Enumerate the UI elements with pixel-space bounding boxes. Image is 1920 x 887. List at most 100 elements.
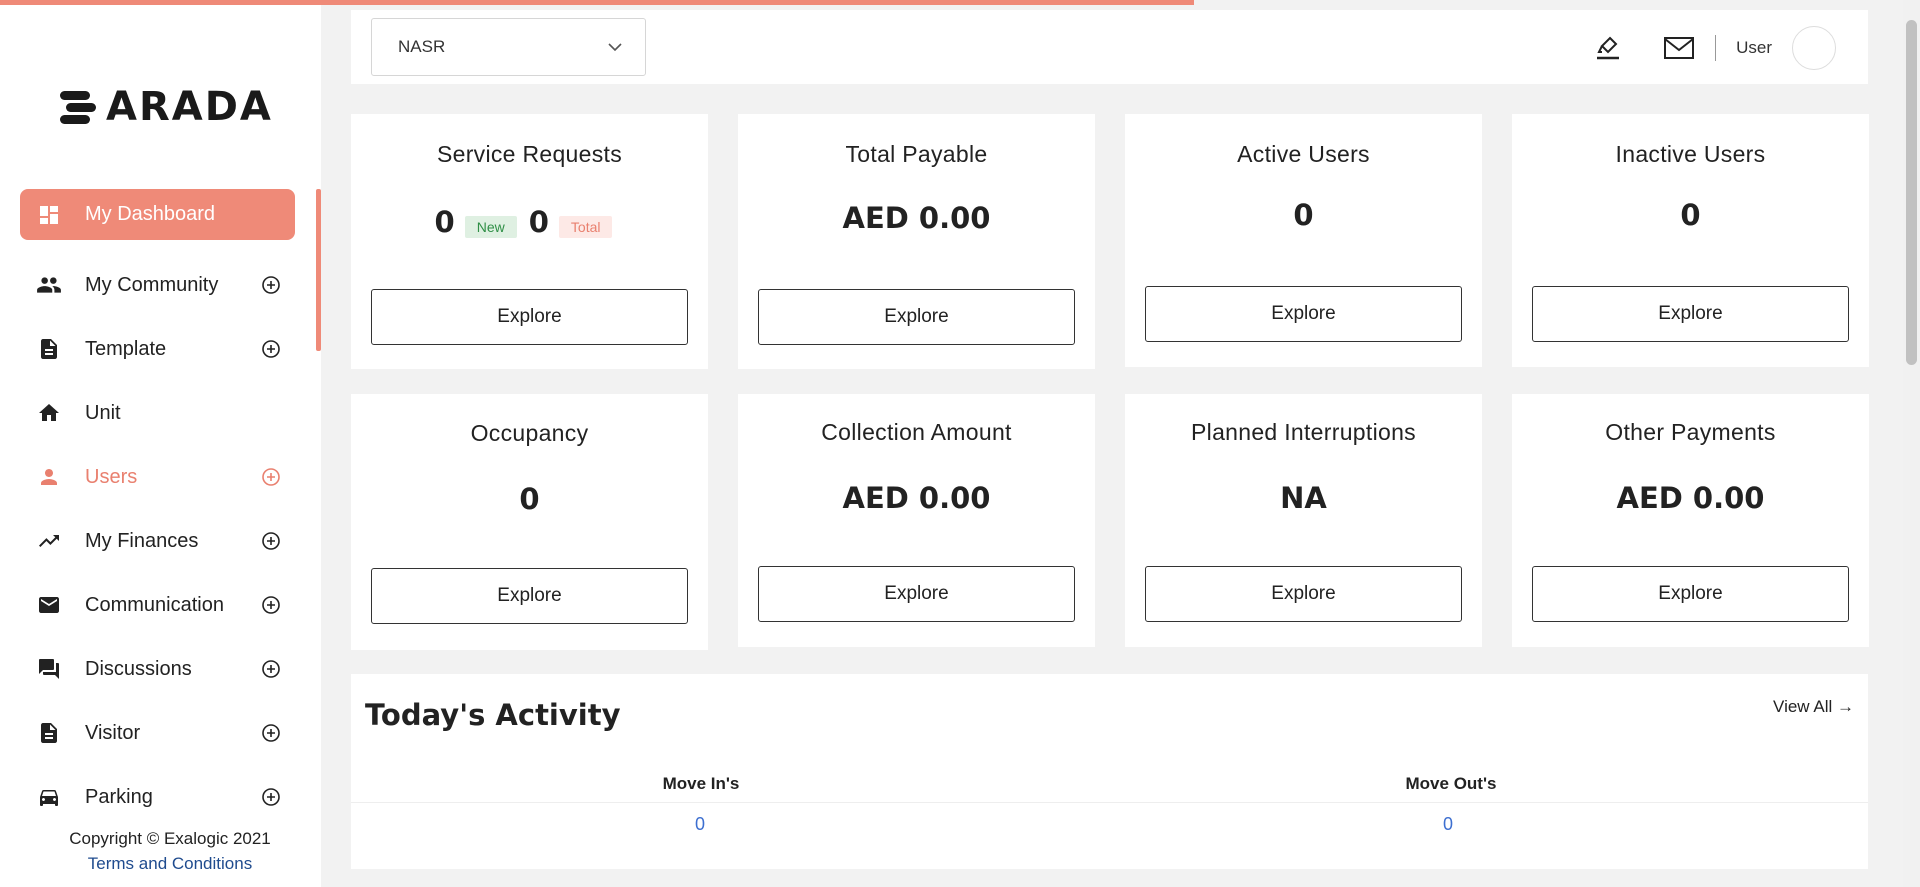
mail-icon [36,592,62,618]
expand-plus-icon[interactable] [261,659,281,679]
person-icon [36,464,62,490]
sidebar-item-label: Unit [85,401,121,424]
card-value: NA [1280,481,1327,515]
sidebar-item-visitor[interactable]: Visitor [20,701,295,765]
chevron-down-icon [608,43,622,52]
explore-button[interactable]: Explore [371,568,688,624]
card-other-payments: Other Payments AED 0.00 Explore [1512,394,1869,647]
section-title: Today's Activity [365,698,621,732]
arada-logo-mark-icon [60,90,96,124]
document-icon [36,336,62,362]
sidebar-item-unit[interactable]: Unit [20,381,295,445]
card-value: 0 [1293,198,1314,232]
logo-text: ARADA [106,84,273,130]
sidebar-item-my-finances[interactable]: My Finances [20,509,295,573]
page-scrollbar[interactable] [1903,0,1920,887]
todays-activity-panel: Today's Activity View All → Move In's Mo… [351,674,1868,869]
top-header: NASR User [351,10,1868,84]
sidebar-scroll-indicator [316,189,321,351]
explore-button[interactable]: Explore [758,566,1075,622]
expand-plus-icon[interactable] [261,531,281,551]
sidebar-item-label: Users [85,465,138,488]
total-badge: Total [558,216,613,238]
sidebar-item-label: Discussions [85,657,192,680]
new-badge: New [464,216,517,238]
sidebar-item-template[interactable]: Template [20,317,295,381]
table-divider [351,802,1868,803]
explore-button[interactable]: Explore [1145,286,1462,342]
terms-link[interactable]: Terms and Conditions [88,854,252,873]
total-count: 0 [528,205,549,239]
scrollbar-thumb[interactable] [1906,20,1917,365]
card-title: Occupancy [470,420,589,446]
expand-plus-icon[interactable] [261,339,281,359]
forum-icon [36,656,62,682]
expand-plus-icon[interactable] [261,595,281,615]
page-loading-progress [0,0,1194,5]
explore-button[interactable]: Explore [1532,566,1849,622]
card-title: Service Requests [436,141,623,167]
dashboard-icon [36,202,62,228]
expand-plus-icon[interactable] [261,723,281,743]
sidebar-item-label: My Dashboard [85,203,216,225]
arrow-right-icon: → [1837,697,1854,716]
header-divider [1715,35,1717,61]
sidebar-item-label: Communication [85,593,224,616]
service-request-counts: 0 New 0 Total [351,205,708,239]
move-ins-header: Move In's [662,774,740,793]
sidebar-item-label: My Finances [85,529,199,552]
sidebar-item-communication[interactable]: Communication [20,573,295,637]
sidebar-item-label: Template [85,337,167,360]
explore-button[interactable]: Explore [1532,286,1849,342]
card-collection-amount: Collection Amount AED 0.00 Explore [738,394,1095,647]
view-all-link[interactable]: View All → [1773,697,1854,717]
trending-up-icon [36,528,62,554]
card-total-payable: Total Payable AED 0.00 Explore [738,114,1095,369]
card-service-requests: Service Requests 0 New 0 Total Explore [351,114,708,369]
sidebar-item-discussions[interactable]: Discussions [20,637,295,701]
move-outs-value[interactable]: 0 [1348,814,1548,835]
expand-plus-icon[interactable] [261,275,281,295]
card-value: 0 [519,482,540,516]
car-icon [36,784,62,810]
copyright-text: Copyright © Exalogic 2021 [69,829,271,848]
card-planned-interruptions: Planned Interruptions NA Explore [1125,394,1482,647]
explore-button[interactable]: Explore [371,289,688,345]
move-ins-value[interactable]: 0 [600,814,800,835]
sidebar-item-users[interactable]: Users [20,445,295,509]
sidebar-nav: My Dashboard My Community Template Unit [20,189,295,829]
sidebar: ARADA My Dashboard My Community Template [0,0,321,887]
brush-icon[interactable] [1590,30,1626,66]
sidebar-item-parking[interactable]: Parking [20,765,295,829]
card-inactive-users: Inactive Users 0 Explore [1512,114,1869,367]
sidebar-item-label: Parking [85,785,153,808]
card-active-users: Active Users 0 Explore [1125,114,1482,367]
expand-plus-icon[interactable] [261,787,281,807]
document-icon [36,720,62,746]
sidebar-item-label: Visitor [85,721,141,744]
card-title: Collection Amount [821,419,1012,445]
arada-logo[interactable]: ARADA [60,84,273,130]
community-select-value: NASR [398,37,446,56]
explore-button[interactable]: Explore [758,289,1075,345]
view-all-label: View All [1773,697,1833,716]
card-value: AED 0.00 [842,481,991,515]
people-icon [36,272,62,298]
mail-icon[interactable] [1661,30,1697,66]
move-outs-header: Move Out's [1405,774,1497,793]
card-value: AED 0.00 [842,201,991,235]
sidebar-item-my-community[interactable]: My Community [20,253,295,317]
card-title: Inactive Users [1615,141,1766,167]
user-name[interactable]: User [1736,38,1772,58]
expand-plus-icon[interactable] [261,467,281,487]
community-select[interactable]: NASR [371,18,646,76]
avatar[interactable] [1792,26,1836,70]
card-title: Active Users [1237,141,1370,167]
explore-button[interactable]: Explore [1145,566,1462,622]
card-title: Other Payments [1605,419,1776,445]
card-title: Total Payable [845,141,988,167]
new-count: 0 [434,205,455,239]
sidebar-item-label: My Community [85,273,219,296]
sidebar-item-my-dashboard[interactable]: My Dashboard [20,189,295,240]
header-actions: User [1590,26,1836,70]
